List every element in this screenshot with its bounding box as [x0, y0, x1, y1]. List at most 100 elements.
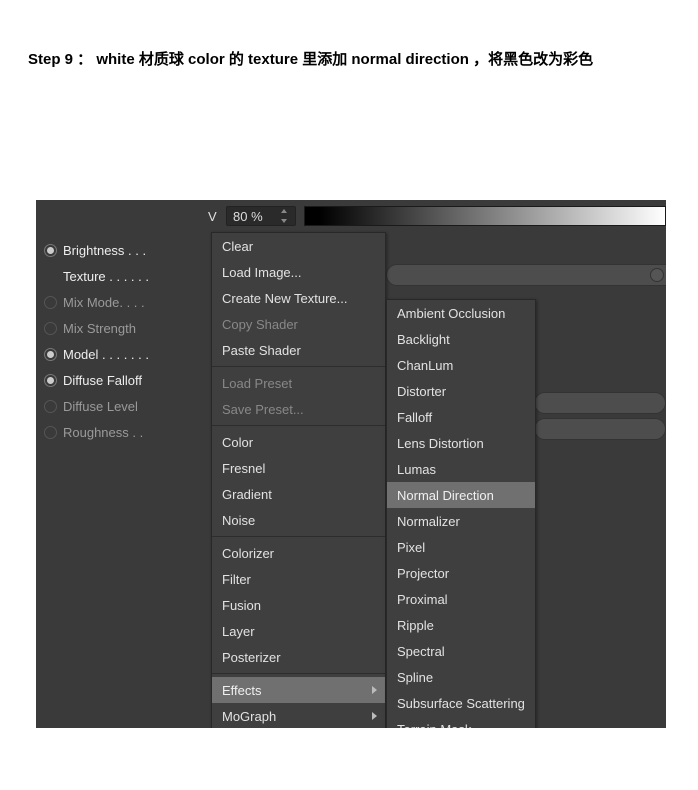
- submenu-item[interactable]: Proximal: [387, 586, 535, 612]
- menu-item[interactable]: Paste Shader: [212, 337, 385, 363]
- property-row: Mix Strength: [36, 315, 211, 341]
- chevron-right-icon: [372, 712, 377, 720]
- submenu-item[interactable]: Subsurface Scattering: [387, 690, 535, 716]
- property-row: Mix Mode. . . .: [36, 289, 211, 315]
- radio-icon[interactable]: [44, 322, 57, 335]
- menu-item[interactable]: MoGraph: [212, 703, 385, 728]
- menu-item-label: Colorizer: [222, 546, 274, 561]
- submenu-item[interactable]: ChanLum: [387, 352, 535, 378]
- menu-separator: [212, 673, 385, 674]
- submenu-item[interactable]: Backlight: [387, 326, 535, 352]
- menu-item[interactable]: Load Image...: [212, 259, 385, 285]
- texture-context-menu: Clear Load Image... Create New Texture... C…: [211, 232, 386, 728]
- radio-icon[interactable]: [44, 244, 57, 257]
- submenu-item-label: Ambient Occlusion: [397, 306, 505, 321]
- submenu-item-label: Ripple: [397, 618, 434, 633]
- menu-item-label: Fresnel: [222, 461, 265, 476]
- submenu-item[interactable]: Normal Direction: [387, 482, 535, 508]
- radio-icon[interactable]: [44, 426, 57, 439]
- property-row[interactable]: Diffuse Falloff: [36, 367, 211, 393]
- property-label: Mix Mode. . . .: [63, 295, 145, 310]
- submenu-item[interactable]: Lumas: [387, 456, 535, 482]
- property-label: Roughness . .: [63, 425, 143, 440]
- menu-item[interactable]: Filter: [212, 566, 385, 592]
- submenu-item-label: Normal Direction: [397, 488, 494, 503]
- menu-item[interactable]: Create New Texture...: [212, 285, 385, 311]
- menu-item-label: Posterizer: [222, 650, 281, 665]
- menu-item-label: Load Image...: [222, 265, 302, 280]
- menu-separator: [212, 536, 385, 537]
- submenu-item[interactable]: Spline: [387, 664, 535, 690]
- submenu-item-label: Falloff: [397, 410, 432, 425]
- menu-item: Save Preset...: [212, 396, 385, 422]
- instruction-text: Step 9 ： white 材质球 color 的 texture 里添加 n…: [0, 0, 698, 79]
- submenu-item-label: Spectral: [397, 644, 445, 659]
- property-row: Roughness . .: [36, 419, 211, 445]
- property-row: Diffuse Level: [36, 393, 211, 419]
- menu-item[interactable]: Clear: [212, 233, 385, 259]
- radio-icon[interactable]: [44, 348, 57, 361]
- submenu-item[interactable]: Distorter: [387, 378, 535, 404]
- submenu-item-label: Subsurface Scattering: [397, 696, 525, 711]
- submenu-item[interactable]: Spectral: [387, 638, 535, 664]
- menu-item-label: Layer: [222, 624, 255, 639]
- property-row[interactable]: Brightness . . .: [36, 237, 211, 263]
- chevron-right-icon: [372, 686, 377, 694]
- menu-item-label: Filter: [222, 572, 251, 587]
- submenu-item-label: Pixel: [397, 540, 425, 555]
- stepper-icon[interactable]: [281, 209, 289, 223]
- property-label: Mix Strength: [63, 321, 136, 336]
- submenu-item-label: Normalizer: [397, 514, 460, 529]
- submenu-item[interactable]: Terrain Mask: [387, 716, 535, 728]
- menu-separator: [212, 366, 385, 367]
- texture-slot[interactable]: [386, 264, 666, 286]
- menu-item[interactable]: Layer: [212, 618, 385, 644]
- menu-item-label: Clear: [222, 239, 253, 254]
- value-row: V 80 %: [36, 204, 666, 228]
- submenu-item-label: Proximal: [397, 592, 448, 607]
- v-input[interactable]: 80 %: [226, 206, 296, 226]
- submenu-item[interactable]: Ripple: [387, 612, 535, 638]
- property-label: Diffuse Level: [63, 399, 138, 414]
- menu-separator: [212, 425, 385, 426]
- menu-item[interactable]: Fusion: [212, 592, 385, 618]
- menu-item[interactable]: Fresnel: [212, 455, 385, 481]
- submenu-item-label: Backlight: [397, 332, 450, 347]
- menu-item[interactable]: Gradient: [212, 481, 385, 507]
- property-row[interactable]: Texture . . . . . .: [36, 263, 211, 289]
- radio-icon[interactable]: [44, 374, 57, 387]
- submenu-item[interactable]: Pixel: [387, 534, 535, 560]
- menu-item-label: MoGraph: [222, 709, 276, 724]
- menu-item-label: Noise: [222, 513, 255, 528]
- submenu-item[interactable]: Lens Distortion: [387, 430, 535, 456]
- menu-item-label: Copy Shader: [222, 317, 298, 332]
- menu-item-label: Load Preset: [222, 376, 292, 391]
- menu-item-label: Create New Texture...: [222, 291, 347, 306]
- param-track-1[interactable]: [534, 392, 666, 414]
- menu-item[interactable]: Posterizer: [212, 644, 385, 670]
- submenu-item-label: Projector: [397, 566, 449, 581]
- radio-icon[interactable]: [44, 400, 57, 413]
- menu-item[interactable]: Noise: [212, 507, 385, 533]
- menu-item[interactable]: Colorizer: [212, 540, 385, 566]
- radio-icon[interactable]: [44, 296, 57, 309]
- submenu-item[interactable]: Falloff: [387, 404, 535, 430]
- property-label: Diffuse Falloff: [63, 373, 142, 388]
- submenu-item-label: Spline: [397, 670, 433, 685]
- menu-item: Copy Shader: [212, 311, 385, 337]
- submenu-item[interactable]: Projector: [387, 560, 535, 586]
- param-track-2[interactable]: [534, 418, 666, 440]
- menu-item-label: Save Preset...: [222, 402, 304, 417]
- property-label: Brightness . . .: [63, 243, 146, 258]
- submenu-item-label: Lumas: [397, 462, 436, 477]
- submenu-item-label: Terrain Mask: [397, 722, 471, 729]
- material-editor-panel: V 80 % Brightness . . . Texture . . . . .…: [36, 200, 666, 728]
- property-row[interactable]: Model . . . . . . .: [36, 341, 211, 367]
- menu-item: Load Preset: [212, 370, 385, 396]
- submenu-item[interactable]: Normalizer: [387, 508, 535, 534]
- texture-slot-button[interactable]: [650, 268, 664, 282]
- menu-item[interactable]: Color: [212, 429, 385, 455]
- submenu-item[interactable]: Ambient Occlusion: [387, 300, 535, 326]
- menu-item[interactable]: Effects: [212, 677, 385, 703]
- gradient-slider[interactable]: [304, 206, 666, 226]
